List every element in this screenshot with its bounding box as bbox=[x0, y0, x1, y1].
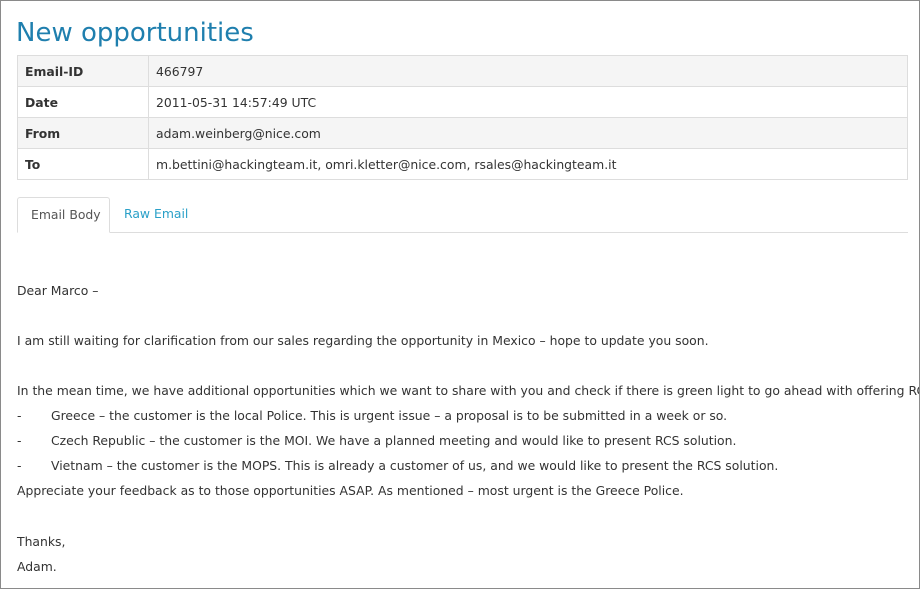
table-row: Date 2011-05-31 14:57:49 UTC bbox=[17, 86, 908, 118]
list-item-text: Vietnam – the customer is the MOPS. This… bbox=[51, 458, 779, 473]
signature-text: Adam. bbox=[17, 559, 57, 574]
email-viewer: New opportunities Email-ID 466797 Date 2… bbox=[0, 0, 920, 589]
paragraph-text: Appreciate your feedback as to those opp… bbox=[17, 483, 684, 498]
list-item-text: Czech Republic – the customer is the MOI… bbox=[51, 433, 737, 448]
tab-email-body[interactable]: Email Body bbox=[17, 197, 110, 233]
tab-raw-email[interactable]: Raw Email bbox=[111, 197, 201, 232]
to-label: To bbox=[17, 148, 149, 180]
email-id-label: Email-ID bbox=[17, 55, 149, 87]
signoff-text: Thanks, bbox=[17, 534, 66, 549]
page-title: New opportunities bbox=[16, 18, 254, 48]
to-value: m.bettini@hackingteam.it, omri.kletter@n… bbox=[148, 148, 908, 180]
from-value: adam.weinberg@nice.com bbox=[148, 117, 908, 149]
date-value: 2011-05-31 14:57:49 UTC bbox=[148, 86, 908, 118]
list-item-text: Greece – the customer is the local Polic… bbox=[51, 408, 728, 423]
email-metadata-table: Email-ID 466797 Date 2011-05-31 14:57:49… bbox=[17, 55, 908, 180]
from-label: From bbox=[17, 117, 149, 149]
paragraph-text: I am still waiting for clarification fro… bbox=[17, 333, 709, 348]
email-tabs: Email Body Raw Email bbox=[17, 197, 908, 233]
bullet-marker: - bbox=[17, 433, 22, 448]
table-row: To m.bettini@hackingteam.it, omri.klette… bbox=[17, 148, 908, 180]
bullet-marker: - bbox=[17, 408, 22, 423]
bullet-marker: - bbox=[17, 458, 22, 473]
paragraph-text: In the mean time, we have additional opp… bbox=[17, 383, 920, 398]
email-id-value: 466797 bbox=[148, 55, 908, 87]
date-label: Date bbox=[17, 86, 149, 118]
table-row: Email-ID 466797 bbox=[17, 55, 908, 87]
table-row: From adam.weinberg@nice.com bbox=[17, 117, 908, 149]
greeting-text: Dear Marco – bbox=[17, 283, 99, 298]
